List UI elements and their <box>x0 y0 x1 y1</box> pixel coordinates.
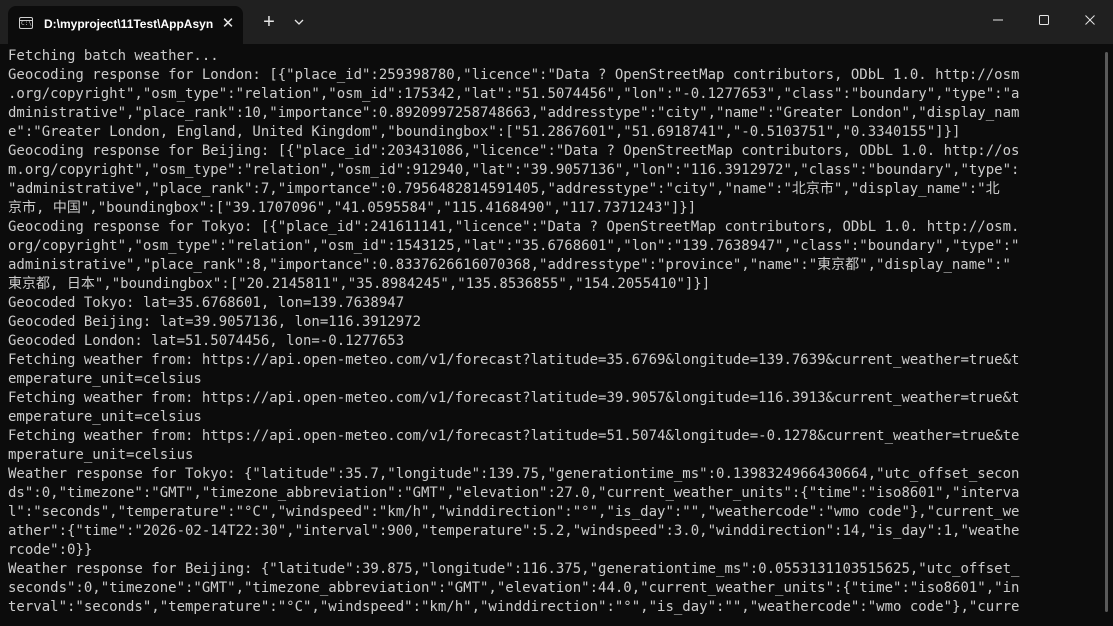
console-line: Fetching batch weather... <box>8 48 219 64</box>
console-line: rcode":0}} <box>8 542 93 558</box>
close-icon[interactable]: ✕ <box>219 15 237 33</box>
console-output[interactable]: Fetching batch weather... Geocoding respo… <box>8 47 1090 626</box>
console-line: Weather response for Beijing: {"latitude… <box>8 561 1020 577</box>
console-line: mperature_unit=celsius <box>8 447 194 463</box>
console-line: 京市, 中国","boundingbox":["39.1707096","41.… <box>8 200 697 216</box>
scrollbar[interactable] <box>1105 52 1108 612</box>
minimize-icon[interactable] <box>975 0 1021 40</box>
console-line: ds":0,"timezone":"GMT","timezone_abbrevi… <box>8 485 1020 501</box>
terminal-icon: C:\ <box>19 17 33 29</box>
console-line: org/copyright","osm_type":"relation","os… <box>8 238 1020 254</box>
console-line: Weather response for Tokyo: {"latitude":… <box>8 466 1020 482</box>
console-line: Geocoding response for Tokyo: [{"place_i… <box>8 219 1020 235</box>
tab-terminal[interactable]: C:\ D:\myproject\11Test\AppAsyn ✕ <box>8 6 243 44</box>
console-line: dministrative","place_rank":10,"importan… <box>8 105 1020 121</box>
console-line: Geocoding response for London: [{"place_… <box>8 67 1020 83</box>
plus-icon[interactable]: + <box>258 11 280 33</box>
terminal-window: C:\ D:\myproject\11Test\AppAsyn ✕ + Fetc… <box>0 0 1113 626</box>
tab-title: D:\myproject\11Test\AppAsyn <box>44 17 214 31</box>
console-line: Geocoded Beijing: lat=39.9057136, lon=11… <box>8 314 422 330</box>
console-line: seconds":0,"timezone":"GMT","timezone_ab… <box>8 580 1020 596</box>
terminal-icon-label: C:\ <box>21 20 32 27</box>
console-line: ather":{"time":"2026-02-14T22:30","inter… <box>8 523 1020 539</box>
console-line: emperature_unit=celsius <box>8 409 202 425</box>
console-line: l":"seconds","temperature":"°C","windspe… <box>8 504 1020 520</box>
console-line: Geocoded Tokyo: lat=35.6768601, lon=139.… <box>8 295 405 311</box>
close-window-icon[interactable] <box>1067 0 1113 40</box>
console-line: Fetching weather from: https://api.open-… <box>8 352 1020 368</box>
console-line: e":"Greater London, England, United King… <box>8 124 961 140</box>
console-line: emperature_unit=celsius <box>8 371 202 387</box>
console-line: Geocoding response for Beijing: [{"place… <box>8 143 1020 159</box>
console-line: Fetching weather from: https://api.open-… <box>8 428 1020 444</box>
title-bar[interactable]: C:\ D:\myproject\11Test\AppAsyn ✕ + <box>0 0 1113 44</box>
console-line: terval":"seconds","temperature":"°C","wi… <box>8 599 1020 615</box>
chevron-down-icon[interactable] <box>290 13 308 31</box>
console-line: Geocoded London: lat=51.5074456, lon=-0.… <box>8 333 405 349</box>
console-line: m.org/copyright","osm_type":"relation","… <box>8 162 1020 178</box>
console-line: 東京都, 日本","boundingbox":["20.2145811","35… <box>8 276 711 292</box>
maximize-icon[interactable] <box>1021 0 1067 40</box>
console-line: administrative","place_rank":8,"importan… <box>8 257 1011 273</box>
console-line: Fetching weather from: https://api.open-… <box>8 390 1020 406</box>
console-line: "administrative","place_rank":7,"importa… <box>8 181 1000 197</box>
console-line: .org/copyright","osm_type":"relation","o… <box>8 86 1020 102</box>
